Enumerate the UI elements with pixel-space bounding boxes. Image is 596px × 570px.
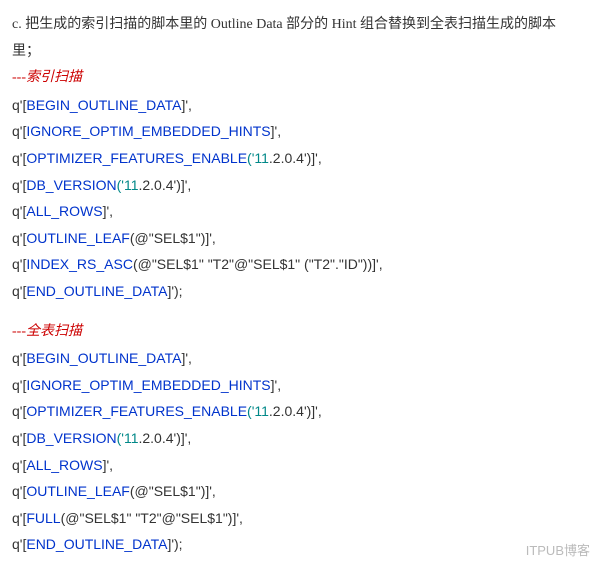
code-line: q'[DB_VERSION('11.2.0.4')]', [12,172,584,199]
section1-title: ---索引扫描 [12,65,584,92]
section1-codeblock: q'[BEGIN_OUTLINE_DATA]',q'[IGNORE_OPTIM_… [12,92,584,305]
watermark: ITPUB博客 [526,539,590,564]
code-line: q'[OUTLINE_LEAF(@"SEL$1")]', [12,225,584,252]
code-line: q'[BEGIN_OUTLINE_DATA]', [12,345,584,372]
code-line: q'[END_OUTLINE_DATA]'); [12,278,584,305]
code-line: q'[OPTIMIZER_FEATURES_ENABLE('11.2.0.4')… [12,398,584,425]
code-line: q'[ALL_ROWS]', [12,452,584,479]
code-line: q'[DB_VERSION('11.2.0.4')]', [12,425,584,452]
spacer [12,305,584,319]
code-line: q'[IGNORE_OPTIM_EMBEDDED_HINTS]', [12,118,584,145]
section2-codeblock: q'[BEGIN_OUTLINE_DATA]',q'[IGNORE_OPTIM_… [12,345,584,558]
code-line: q'[OUTLINE_LEAF(@"SEL$1")]', [12,478,584,505]
section2-title: ---全表扫描 [12,319,584,346]
code-line: q'[FULL(@"SEL$1" "T2"@"SEL$1")]', [12,505,584,532]
code-line: q'[ALL_ROWS]', [12,198,584,225]
code-line: q'[IGNORE_OPTIM_EMBEDDED_HINTS]', [12,372,584,399]
intro-text: c. 把生成的索引扫描的脚本里的 Outline Data 部分的 Hint 组… [12,12,584,65]
code-line: q'[BEGIN_OUTLINE_DATA]', [12,92,584,119]
code-line: q'[INDEX_RS_ASC(@"SEL$1" "T2"@"SEL$1" ("… [12,251,584,278]
code-line: q'[OPTIMIZER_FEATURES_ENABLE('11.2.0.4')… [12,145,584,172]
code-line: q'[END_OUTLINE_DATA]'); [12,531,584,558]
